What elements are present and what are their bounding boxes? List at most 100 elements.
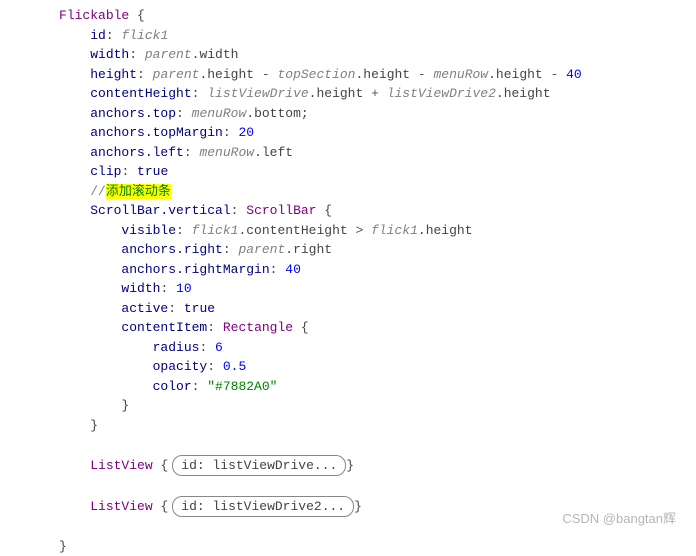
prop-clip: clip: [90, 164, 121, 179]
prop-anchors-right: anchors.right: [121, 242, 222, 257]
dot-height: .height: [355, 67, 410, 82]
dot-contentheight: .contentHeight: [238, 223, 347, 238]
comment-highlighted: 添加滚动条: [106, 184, 171, 199]
code-line: height: parent.height - topSection.heigh…: [0, 65, 696, 85]
prop-contentitem: contentItem: [121, 320, 207, 335]
prop-scrollbar-vertical: ScrollBar.vertical: [90, 203, 230, 218]
ref-topsection: topSection: [277, 67, 355, 82]
colon: :: [160, 281, 176, 296]
colon: :: [270, 262, 286, 277]
colon: :: [231, 203, 247, 218]
colon: :: [106, 28, 122, 43]
prop-anchors-topmargin: anchors.topMargin: [90, 125, 223, 140]
folded-code-pill[interactable]: id: listViewDrive...: [172, 455, 346, 477]
brace: }: [346, 458, 354, 473]
folded-code-pill[interactable]: id: listViewDrive2...: [172, 496, 354, 518]
colon: :: [184, 145, 200, 160]
code-line: contentItem: Rectangle {: [0, 318, 696, 338]
code-line: anchors.top: menuRow.bottom;: [0, 104, 696, 124]
num-10: 10: [176, 281, 192, 296]
prop-contentheight: contentHeight: [90, 86, 191, 101]
code-line: anchors.left: menuRow.left: [0, 143, 696, 163]
dot-height: .height: [418, 223, 473, 238]
ref-flick1: flick1: [192, 223, 239, 238]
brace: {: [301, 320, 309, 335]
code-line: anchors.topMargin: 20: [0, 123, 696, 143]
str-color: "#7882A0": [207, 379, 277, 394]
code-block: Flickable { id: flick1 width: parent.wid…: [0, 0, 696, 556]
code-line: color: "#7882A0": [0, 377, 696, 397]
dot-height: .height: [309, 86, 364, 101]
semicolon: ;: [301, 106, 309, 121]
colon: :: [199, 340, 215, 355]
colon: :: [207, 320, 223, 335]
colon: :: [192, 86, 208, 101]
num-40: 40: [566, 67, 582, 82]
op-plus: +: [363, 86, 386, 101]
colon: :: [137, 67, 153, 82]
brace: {: [137, 8, 145, 23]
code-line: width: parent.width: [0, 45, 696, 65]
code-line: visible: flick1.contentHeight > flick1.h…: [0, 221, 696, 241]
dot-left: .left: [254, 145, 293, 160]
ref-menurow: menuRow: [192, 106, 247, 121]
brace: }: [90, 418, 98, 433]
prop-width: width: [90, 47, 129, 62]
num-20: 20: [238, 125, 254, 140]
ref-listviewdrive2: listViewDrive2: [387, 86, 496, 101]
colon: :: [168, 301, 184, 316]
pill-text: id: listViewDrive2...: [181, 499, 345, 514]
brace: }: [121, 398, 129, 413]
code-line: active: true: [0, 299, 696, 319]
keyword-flickable: Flickable: [59, 8, 129, 23]
colon: :: [223, 242, 239, 257]
code-line: contentHeight: listViewDrive.height + li…: [0, 84, 696, 104]
dot-right: .right: [285, 242, 332, 257]
code-line: anchors.rightMargin: 40: [0, 260, 696, 280]
code-line: }: [0, 537, 696, 556]
keyword-scrollbar: ScrollBar: [246, 203, 316, 218]
code-line: }: [0, 396, 696, 416]
ref-parent: parent: [153, 67, 200, 82]
colon: :: [192, 379, 208, 394]
dot-height: .height: [199, 67, 254, 82]
code-line: Flickable {: [0, 6, 696, 26]
code-line: ListView {id: listViewDrive...}: [0, 455, 696, 477]
dot-width: .width: [192, 47, 239, 62]
brace: }: [354, 499, 362, 514]
prop-color: color: [153, 379, 192, 394]
code-line: [0, 517, 696, 537]
colon: :: [223, 125, 239, 140]
op-minus: -: [410, 67, 433, 82]
ref-menurow: menuRow: [199, 145, 254, 160]
code-line: [0, 435, 696, 455]
code-line: clip: true: [0, 162, 696, 182]
code-line: }: [0, 416, 696, 436]
brace: }: [59, 539, 67, 554]
comment-slashes: //: [90, 184, 106, 199]
colon: :: [129, 47, 145, 62]
prop-visible: visible: [121, 223, 176, 238]
prop-anchors-top: anchors.top: [90, 106, 176, 121]
code-line: ListView {id: listViewDrive2...}: [0, 496, 696, 518]
op-minus: -: [254, 67, 277, 82]
keyword-listview: ListView: [90, 458, 152, 473]
code-line: id: flick1: [0, 26, 696, 46]
op-minus: -: [543, 67, 566, 82]
ref-parent: parent: [145, 47, 192, 62]
bool-true: true: [184, 301, 215, 316]
ref-listviewdrive: listViewDrive: [207, 86, 308, 101]
op-gt: >: [348, 223, 371, 238]
colon: :: [176, 223, 192, 238]
keyword-listview: ListView: [90, 499, 152, 514]
prop-opacity: opacity: [153, 359, 208, 374]
num-6: 6: [215, 340, 223, 355]
ref-flick1: flick1: [371, 223, 418, 238]
prop-height: height: [90, 67, 137, 82]
dot-height: .height: [488, 67, 543, 82]
code-line: radius: 6: [0, 338, 696, 358]
dot-bottom: .bottom: [246, 106, 301, 121]
brace: {: [324, 203, 332, 218]
num-05: 0.5: [223, 359, 246, 374]
prop-anchors-left: anchors.left: [90, 145, 184, 160]
